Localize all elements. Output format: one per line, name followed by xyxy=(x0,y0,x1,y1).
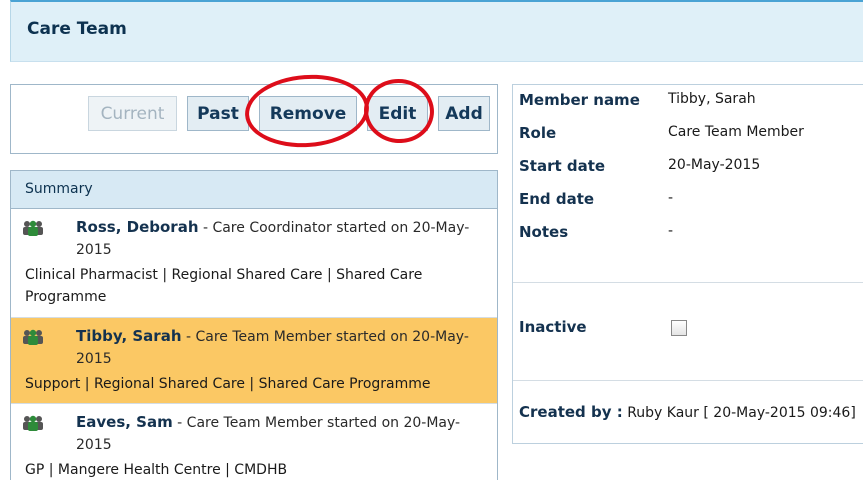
member-organisation: Support | Regional Shared Care | Shared … xyxy=(25,376,431,392)
member-name-value: Tibby, Sarah xyxy=(668,91,756,107)
member-name: Ross, Deborah xyxy=(76,218,199,236)
edit-button[interactable]: Edit xyxy=(367,96,428,131)
member-name-label: Member name xyxy=(519,91,640,109)
created-by-line: Created by : Ruby Kaur [ 20-May-2015 09:… xyxy=(519,403,856,421)
summary-heading: Summary xyxy=(11,171,497,209)
end-date-value: - xyxy=(668,190,674,206)
care-team-row[interactable]: Ross, Deborah - Care Coordinator started… xyxy=(11,209,497,318)
created-by-label: Created by : xyxy=(519,403,623,421)
start-date-value: 20-May-2015 xyxy=(668,157,761,173)
care-team-people-icon xyxy=(23,220,43,236)
member-organisation: Clinical Pharmacist | Regional Shared Ca… xyxy=(25,267,423,305)
member-name: Tibby, Sarah xyxy=(76,327,182,345)
start-date-label: Start date xyxy=(519,157,606,175)
member-details-panel: Member name Tibby, Sarah Role Care Team … xyxy=(512,84,863,444)
inactive-checkbox[interactable] xyxy=(671,320,687,336)
care-team-people-icon xyxy=(23,329,43,345)
created-by-value: Ruby Kaur [ 20-May-2015 09:46] xyxy=(622,405,856,421)
notes-value: - xyxy=(668,223,674,239)
care-team-people-icon xyxy=(23,415,43,431)
details-divider xyxy=(513,380,863,381)
details-divider xyxy=(513,282,863,283)
care-team-toolbar: Current Past Remove Edit Add xyxy=(10,84,498,154)
add-button[interactable]: Add xyxy=(438,96,490,131)
past-button[interactable]: Past xyxy=(187,96,249,131)
care-team-summary-panel: Summary Ross, Deborah - Care Coordinator… xyxy=(10,170,498,480)
inactive-label: Inactive xyxy=(519,318,587,336)
notes-label: Notes xyxy=(519,223,569,241)
current-button[interactable]: Current xyxy=(88,96,177,131)
member-name: Eaves, Sam xyxy=(76,413,173,431)
page-title: Care Team xyxy=(27,19,127,39)
care-team-row[interactable]: Eaves, Sam - Care Team Member started on… xyxy=(11,404,497,480)
role-label: Role xyxy=(519,124,557,142)
remove-button[interactable]: Remove xyxy=(259,96,357,131)
care-team-row-selected[interactable]: Tibby, Sarah - Care Team Member started … xyxy=(11,318,497,404)
page-header: Care Team xyxy=(10,0,863,62)
end-date-label: End date xyxy=(519,190,595,208)
member-organisation: GP | Mangere Health Centre | CMDHB xyxy=(25,462,288,478)
role-value: Care Team Member xyxy=(668,124,804,140)
